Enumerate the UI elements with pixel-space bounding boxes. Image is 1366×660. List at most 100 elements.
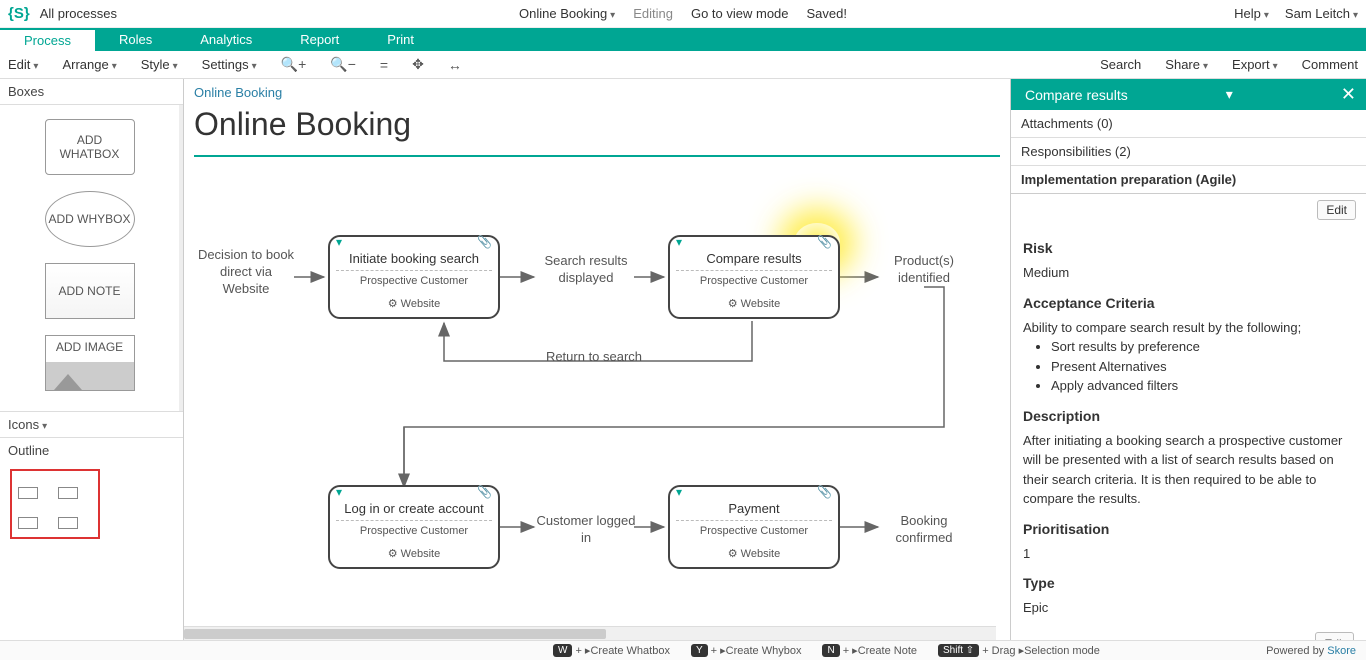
hint-whybox: Y+ ▸ Create Whybox bbox=[688, 644, 802, 657]
share-menu[interactable]: Share▾ bbox=[1165, 57, 1208, 72]
style-menu[interactable]: Style▾ bbox=[141, 57, 178, 72]
description-heading: Description bbox=[1023, 406, 1354, 427]
type-value: Epic bbox=[1023, 598, 1354, 618]
tab-print[interactable]: Print bbox=[363, 28, 438, 51]
right-sidebar: Compare results ▾ ✕ Attachments (0) Resp… bbox=[1010, 79, 1366, 640]
comment-button[interactable]: Comment bbox=[1302, 57, 1358, 72]
export-menu[interactable]: Export▾ bbox=[1232, 57, 1278, 72]
horizontal-scrollbar[interactable] bbox=[184, 626, 996, 640]
breadcrumb: Online Booking bbox=[184, 79, 1010, 106]
prioritisation-value: 1 bbox=[1023, 544, 1354, 564]
risk-heading: Risk bbox=[1023, 238, 1354, 259]
hint-selection: Shift ⇧+ Drag ▸ Selection mode bbox=[935, 644, 1100, 657]
hint-whatbox: W+ ▸ Create Whatbox bbox=[550, 644, 670, 657]
edit-button[interactable]: Edit bbox=[1315, 632, 1354, 641]
close-icon[interactable]: ✕ bbox=[1341, 84, 1356, 105]
boxes-panel-head[interactable]: Boxes bbox=[0, 79, 183, 105]
box-role: Prospective Customer bbox=[676, 525, 832, 537]
search-button[interactable]: Search bbox=[1100, 57, 1141, 72]
process-box-login[interactable]: ▾ 📎 Log in or create account Prospective… bbox=[328, 485, 500, 569]
powered-by: Powered by Skore bbox=[1266, 645, 1356, 657]
box-role: Prospective Customer bbox=[676, 275, 832, 287]
caret-icon: ▾ bbox=[1353, 10, 1358, 21]
add-whybox[interactable]: ADD WHYBOX bbox=[45, 191, 135, 247]
tab-analytics[interactable]: Analytics bbox=[176, 28, 276, 51]
process-box-compare-results[interactable]: ▾ 📎 Compare results Prospective Customer… bbox=[668, 235, 840, 319]
user-menu[interactable]: Sam Leitch bbox=[1285, 6, 1350, 21]
zoom-in-icon[interactable]: 🔍+ bbox=[281, 56, 307, 73]
box-system: ⚙Website bbox=[336, 297, 492, 310]
box-role: Prospective Customer bbox=[336, 275, 492, 287]
acceptance-list: Sort results by preference Present Alter… bbox=[1023, 337, 1354, 396]
process-box-initiate-search[interactable]: ▾ 📎 Initiate booking search Prospective … bbox=[328, 235, 500, 319]
chevron-down-icon: ▾ bbox=[336, 485, 342, 499]
tab-attachments[interactable]: Attachments (0) bbox=[1011, 110, 1366, 138]
outline-head[interactable]: Outline bbox=[0, 438, 183, 463]
tab-implementation[interactable]: Implementation preparation (Agile) bbox=[1011, 166, 1366, 194]
minimize-icon[interactable]: ▾ bbox=[1226, 86, 1233, 103]
box-role: Prospective Customer bbox=[336, 525, 492, 537]
gear-icon: ⚙ bbox=[728, 298, 738, 310]
doc-title[interactable]: Online Booking bbox=[519, 6, 607, 21]
main-layout: Boxes ADD WHATBOX ADD WHYBOX ADD NOTE AD… bbox=[0, 79, 1366, 640]
type-heading: Type bbox=[1023, 573, 1354, 594]
risk-value: Medium bbox=[1023, 263, 1354, 283]
caret-icon: ▾ bbox=[610, 10, 615, 21]
canvas-area[interactable]: Online Booking Online Booking bbox=[184, 79, 1010, 640]
description-value: After initiating a booking search a pros… bbox=[1023, 431, 1354, 509]
add-whatbox[interactable]: ADD WHATBOX bbox=[45, 119, 135, 175]
zoom-out-icon[interactable]: 🔍− bbox=[330, 56, 356, 73]
settings-menu[interactable]: Settings▾ bbox=[202, 57, 257, 72]
arrange-menu[interactable]: Arrange▾ bbox=[62, 57, 116, 72]
breadcrumb-link[interactable]: Online Booking bbox=[194, 85, 282, 100]
chevron-down-icon: ▾ bbox=[336, 235, 342, 249]
details-header: Compare results ▾ ✕ bbox=[1011, 79, 1366, 110]
attachment-icon: 📎 bbox=[477, 235, 492, 249]
tab-report[interactable]: Report bbox=[276, 28, 363, 51]
box-system: ⚙Website bbox=[336, 547, 492, 560]
left-sidebar: Boxes ADD WHATBOX ADD WHYBOX ADD NOTE AD… bbox=[0, 79, 184, 640]
edit-menu[interactable]: Edit▾ bbox=[8, 57, 38, 72]
hresize-icon[interactable]: ↔ bbox=[448, 57, 462, 73]
add-image[interactable]: ADD IMAGE bbox=[45, 335, 135, 391]
title-underline bbox=[194, 155, 1000, 157]
pan-icon[interactable]: ✥ bbox=[412, 56, 424, 73]
saved-status: Saved! bbox=[807, 6, 847, 21]
tab-roles[interactable]: Roles bbox=[95, 28, 176, 51]
view-mode-link[interactable]: Go to view mode bbox=[691, 6, 789, 21]
acceptance-heading: Acceptance Criteria bbox=[1023, 293, 1354, 314]
top-bar: {S} All processes Online Booking▾ Editin… bbox=[0, 0, 1366, 28]
fit-icon[interactable]: = bbox=[380, 57, 388, 73]
box-system: ⚙Website bbox=[676, 547, 832, 560]
box-system: ⚙Website bbox=[676, 297, 832, 310]
hint-note: N+ ▸ Create Note bbox=[819, 644, 917, 657]
process-box-payment[interactable]: ▾ 📎 Payment Prospective Customer ⚙Websit… bbox=[668, 485, 840, 569]
label-decision: Decision to book direct via Website bbox=[196, 247, 296, 298]
box-title: Log in or create account bbox=[336, 501, 492, 516]
acceptance-item: Apply advanced filters bbox=[1051, 376, 1354, 396]
acceptance-item: Present Alternatives bbox=[1051, 357, 1354, 377]
editing-status: Editing bbox=[633, 6, 673, 21]
tab-responsibilities[interactable]: Responsibilities (2) bbox=[1011, 138, 1366, 166]
icons-panel-head[interactable]: Icons▾ bbox=[0, 411, 183, 437]
label-products-identified: Product(s) identified bbox=[884, 253, 964, 287]
page-title: Online Booking bbox=[184, 106, 1010, 155]
all-processes-link[interactable]: All processes bbox=[40, 6, 117, 21]
outline-minimap[interactable] bbox=[10, 469, 100, 539]
label-booking-confirmed: Booking confirmed bbox=[884, 513, 964, 547]
acceptance-item: Sort results by preference bbox=[1051, 337, 1354, 357]
skore-link[interactable]: Skore bbox=[1327, 645, 1356, 657]
image-thumb-icon bbox=[46, 362, 134, 390]
help-menu[interactable]: Help bbox=[1234, 6, 1261, 21]
tab-process[interactable]: Process bbox=[0, 28, 95, 51]
add-note[interactable]: ADD NOTE bbox=[45, 263, 135, 319]
gear-icon: ⚙ bbox=[388, 548, 398, 560]
outline-panel: Outline bbox=[0, 437, 183, 640]
details-content: Risk Medium Acceptance Criteria Ability … bbox=[1011, 220, 1366, 640]
box-title: Initiate booking search bbox=[336, 251, 492, 266]
edit-button[interactable]: Edit bbox=[1317, 200, 1356, 220]
box-title: Compare results bbox=[676, 251, 832, 266]
chevron-down-icon: ▾ bbox=[676, 235, 682, 249]
attachment-icon: 📎 bbox=[477, 485, 492, 499]
gear-icon: ⚙ bbox=[388, 298, 398, 310]
